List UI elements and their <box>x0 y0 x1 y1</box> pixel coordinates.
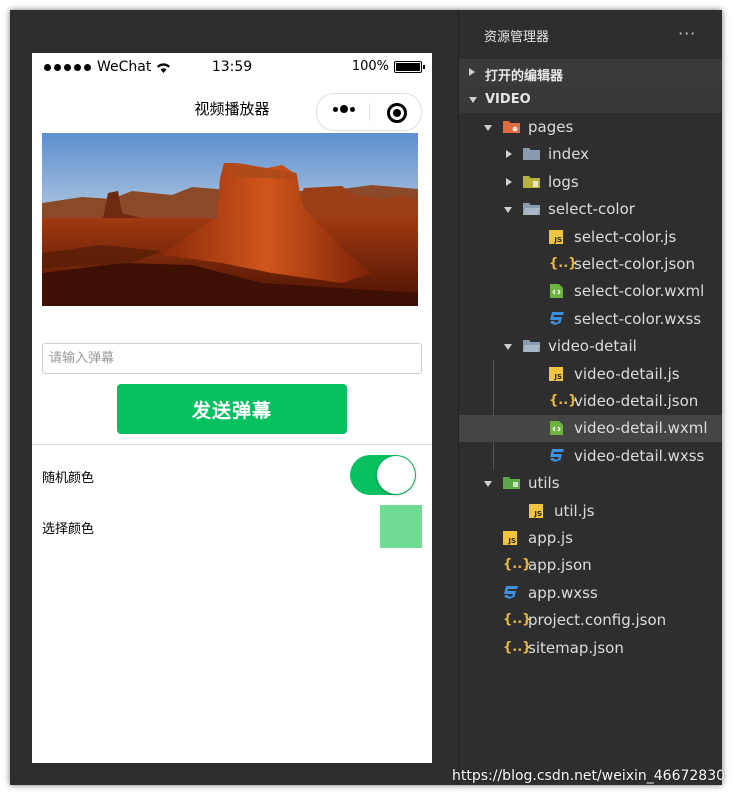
expanded-arrow-icon[interactable] <box>504 344 512 351</box>
project-section[interactable]: VIDEO <box>459 86 722 113</box>
wxml-file-icon <box>549 420 566 436</box>
folder-icon <box>523 146 540 161</box>
tree-item-label: video-detail.json <box>574 392 699 410</box>
tree-item-label: video-detail.wxss <box>574 446 705 465</box>
battery-icon <box>394 60 425 73</box>
tree-item-label: app.js <box>528 529 573 547</box>
tree-item-label: index <box>548 145 590 164</box>
collapsed-arrow-icon[interactable] <box>506 177 512 186</box>
tree-item[interactable]: utils <box>459 470 722 497</box>
tree-item-label: select-color.wxml <box>574 282 705 301</box>
wxss-file-icon <box>549 311 566 326</box>
folder-icon <box>503 119 520 134</box>
tree-item[interactable]: JS video-detail.js <box>459 361 722 388</box>
tree-item[interactable]: video-detail <box>459 333 722 360</box>
tree-item[interactable]: select-color <box>459 196 722 223</box>
watermark: https://blog.csdn.net/weixin_46672830 <box>452 768 726 784</box>
wxss-file-icon <box>549 448 566 463</box>
random-color-label: 随机颜色 <box>42 471 95 486</box>
js-file-icon: JS <box>549 229 563 244</box>
tree-item[interactable]: video-detail.wxss <box>459 443 722 470</box>
expanded-arrow-icon[interactable] <box>484 481 492 488</box>
navigation-bar: 视频播放器 <box>32 81 432 133</box>
random-color-switch[interactable] <box>350 455 416 495</box>
tree-item[interactable]: index <box>459 141 722 168</box>
tree-item-label: util.js <box>554 501 595 520</box>
tree-item[interactable]: pages <box>459 114 722 141</box>
folder-icon <box>523 174 540 189</box>
tree-item[interactable]: select-color.wxss <box>459 306 722 333</box>
js-file-icon: JS <box>503 531 517 545</box>
tree-item-label: video-detail.js <box>574 364 680 383</box>
tree-item[interactable]: JS select-color.js <box>459 224 722 251</box>
tree-item-label: app.json <box>528 556 592 575</box>
status-bar: WeChat 13:59 100% <box>32 53 432 81</box>
section-divider <box>32 444 432 445</box>
close-miniprogram-icon[interactable] <box>387 103 407 123</box>
tree-item-label: select-color.js <box>574 227 677 246</box>
explorer-title: 资源管理器 <box>484 30 550 45</box>
folder-icon <box>523 201 540 216</box>
simulator-area: WeChat 13:59 100% 视频播放器 请输入弹幕 发送弹幕 随机颜色 … <box>10 10 459 785</box>
open-editors-label: 打开的编辑器 <box>485 69 564 84</box>
tree-item-label: logs <box>548 172 579 191</box>
json-file-icon: {..} <box>549 393 578 408</box>
color-swatch[interactable] <box>380 505 422 548</box>
tree-item[interactable]: {..} app.json <box>459 552 722 579</box>
project-label: VIDEO <box>485 92 531 107</box>
devtools-window: WeChat 13:59 100% 视频播放器 请输入弹幕 发送弹幕 随机颜色 … <box>10 10 722 785</box>
tree-item[interactable]: JS util.js <box>459 498 722 525</box>
js-file-icon: JS <box>549 366 563 381</box>
video-player[interactable] <box>42 133 418 306</box>
tree-item-label: utils <box>528 474 560 493</box>
expanded-arrow-icon <box>469 97 477 103</box>
expanded-arrow-icon[interactable] <box>484 125 492 131</box>
tree-item[interactable]: {..} select-color.json <box>459 251 722 278</box>
collapsed-arrow-icon <box>469 68 475 76</box>
json-file-icon: {..} <box>503 612 532 628</box>
tree-item-label: video-detail.wxml <box>574 419 708 438</box>
tree-item-label: pages <box>528 118 574 136</box>
expanded-arrow-icon[interactable] <box>504 207 512 214</box>
more-actions-icon[interactable]: ··· <box>678 24 696 43</box>
capsule-divider <box>369 103 370 121</box>
phone-simulator: WeChat 13:59 100% 视频播放器 请输入弹幕 发送弹幕 随机颜色 … <box>32 53 432 763</box>
battery-percent: 100% <box>351 59 389 74</box>
tree-item-label: video-detail <box>548 337 637 356</box>
battery-status: 100% <box>351 59 425 74</box>
js-file-icon: JS <box>529 503 543 518</box>
tree-item[interactable]: select-color.wxml <box>459 278 722 305</box>
tree-item-label: app.wxss <box>528 583 598 602</box>
tree-item[interactable]: JS app.js <box>459 525 722 552</box>
tree-item-label: project.config.json <box>528 611 667 630</box>
tree-item-label: select-color <box>548 200 635 219</box>
tree-item-label: select-color.wxss <box>574 309 702 328</box>
tree-item[interactable]: video-detail.wxml <box>459 415 722 443</box>
select-color-label: 选择颜色 <box>42 522 95 537</box>
tree-item-label: select-color.json <box>574 255 695 273</box>
tree-item[interactable]: {..} sitemap.json <box>459 635 722 662</box>
open-editors-section[interactable]: 打开的编辑器 <box>459 59 722 86</box>
wxml-file-icon <box>549 283 566 299</box>
tree-item-label: sitemap.json <box>528 638 624 657</box>
collapsed-arrow-icon[interactable] <box>506 150 512 159</box>
json-file-icon: {..} <box>549 256 578 271</box>
menu-capsule <box>316 93 422 131</box>
folder-icon <box>523 338 540 353</box>
wxss-file-icon <box>503 585 520 600</box>
tree-item[interactable]: logs <box>459 169 722 196</box>
more-menu-icon[interactable] <box>333 105 355 113</box>
tree-item[interactable]: {..} video-detail.json <box>459 388 722 415</box>
folder-icon <box>503 475 520 490</box>
tree-item[interactable]: {..} project.config.json <box>459 607 722 634</box>
send-danmu-button[interactable]: 发送弹幕 <box>117 384 347 434</box>
json-file-icon: {..} <box>503 639 532 655</box>
file-explorer: 资源管理器 ··· 打开的编辑器 VIDEO pages index logs sel… <box>459 10 722 785</box>
video-frame-image <box>42 133 418 306</box>
tree-item[interactable]: app.wxss <box>459 580 722 607</box>
json-file-icon: {..} <box>503 557 532 573</box>
switch-knob <box>377 456 415 494</box>
danmu-input[interactable]: 请输入弹幕 <box>42 343 422 374</box>
